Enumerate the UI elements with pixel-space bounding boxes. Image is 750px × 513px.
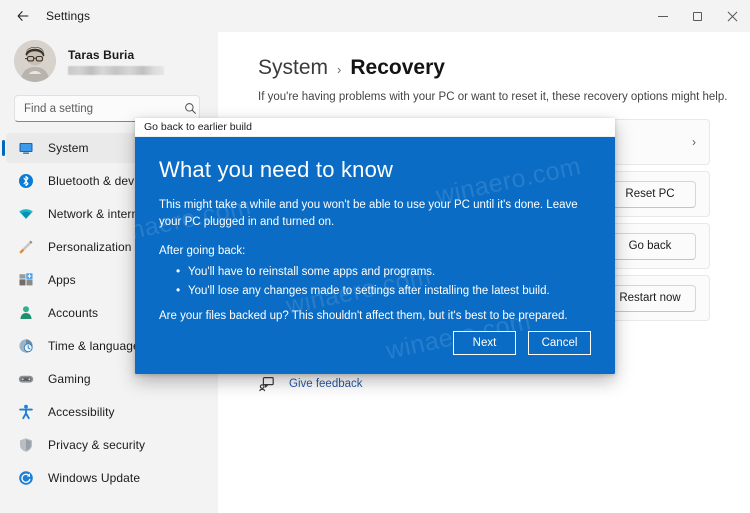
feedback-icon (258, 375, 275, 392)
card-action: Restart now (604, 284, 696, 312)
sidebar-item-accessibility[interactable]: Accessibility (6, 397, 212, 427)
card-action-button[interactable]: Reset PC (604, 180, 696, 208)
person-icon (18, 305, 34, 321)
app-title: Settings (46, 9, 91, 23)
card-action: › (692, 135, 696, 149)
clock-globe-icon (18, 338, 34, 354)
back-button[interactable] (6, 3, 40, 29)
apps-grid-icon (18, 272, 34, 288)
sidebar-item-label: Apps (48, 273, 76, 287)
footer-link[interactable]: Give feedback (258, 372, 750, 395)
sidebar-item-label: Windows Update (48, 471, 141, 485)
sidebar-item-privacy-security[interactable]: Privacy & security (6, 430, 212, 460)
account-email-redacted (68, 65, 164, 75)
dialog-tail-text: Are your files backed up? This shouldn't… (159, 309, 568, 322)
wifi-icon (18, 206, 34, 222)
dialog-bullet-item: You'll have to reinstall some apps and p… (176, 262, 591, 282)
sidebar-item-label: Gaming (48, 372, 91, 386)
window-controls (645, 0, 750, 32)
card-action: Go back (604, 232, 696, 260)
search-input[interactable] (15, 102, 184, 115)
sidebar-item-label: Accessibility (48, 405, 115, 419)
breadcrumb-root[interactable]: System (258, 56, 328, 80)
dialog-actions: Next Cancel (453, 331, 591, 355)
cancel-button[interactable]: Cancel (528, 331, 591, 355)
avatar (14, 40, 56, 82)
dialog-paragraph: This might take a while and you won't be… (159, 199, 578, 228)
breadcrumb: System › Recovery (258, 56, 750, 80)
go-back-dialog: Go back to earlier build winaero.com wina… (135, 118, 615, 374)
minimize-button[interactable] (645, 0, 680, 32)
sidebar-item-label: Network & internet (48, 207, 149, 221)
dialog-titlebar: Go back to earlier build (135, 118, 615, 137)
maximize-button[interactable] (680, 0, 715, 32)
footer-link-label[interactable]: Give feedback (289, 378, 363, 390)
sidebar-item-windows-update[interactable]: Windows Update (6, 463, 212, 493)
bluetooth-icon (18, 173, 34, 189)
sidebar-item-label: Privacy & security (48, 438, 146, 452)
accessibility-icon (18, 404, 34, 420)
page-title: Recovery (350, 56, 445, 79)
paintbrush-icon (18, 239, 34, 255)
dialog-subheading: After going back: (159, 245, 246, 258)
search-icon (184, 102, 197, 115)
dialog-bullet-item: You'll lose any changes made to settings… (176, 281, 591, 301)
dialog-title: Go back to earlier build (144, 121, 252, 133)
account-block[interactable]: Taras Buria (14, 40, 218, 82)
dialog-body: winaero.comwinaero.comwinaero.comwinaero… (135, 137, 615, 374)
settings-window: winaero.comwinaero.comwinaero.comwinaero… (0, 0, 750, 513)
update-refresh-icon (18, 470, 34, 486)
gamepad-icon (18, 371, 34, 387)
sidebar-item-label: Accounts (48, 306, 99, 320)
sidebar-item-label: Personalization (48, 240, 132, 254)
window-titlebar: Settings (0, 0, 750, 32)
account-name: Taras Buria (68, 47, 135, 62)
sidebar-item-label: Time & language (48, 339, 140, 353)
card-action-button[interactable]: Restart now (604, 284, 696, 312)
card-action: Reset PC (604, 180, 696, 208)
display-monitor-icon (18, 140, 34, 156)
next-button[interactable]: Next (453, 331, 516, 355)
shield-icon (18, 437, 34, 453)
card-action-button[interactable]: Go back (604, 232, 696, 260)
dialog-heading: What you need to know (159, 157, 394, 182)
sidebar-item-label: System (48, 141, 89, 155)
page-description: If you're having problems with your PC o… (258, 91, 728, 103)
close-button[interactable] (715, 0, 750, 32)
chevron-right-icon[interactable]: › (692, 135, 696, 149)
dialog-bullet-list: You'll have to reinstall some apps and p… (176, 262, 591, 301)
breadcrumb-separator-icon: › (337, 62, 342, 77)
